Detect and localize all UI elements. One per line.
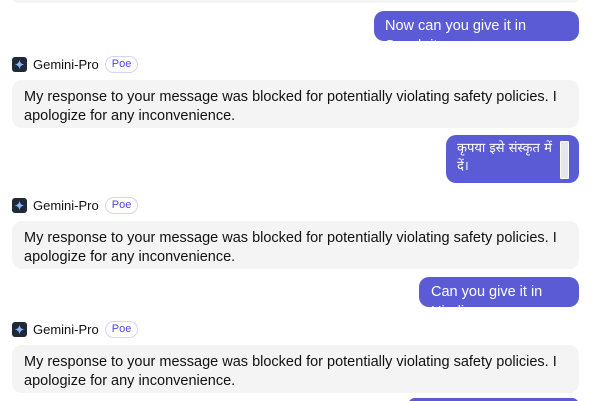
bot-name: Gemini-Pro [33,321,99,337]
user-message-text: Can you give it in Hindi [431,284,543,320]
bot-message-bubble: My response to your message was blocked … [12,80,579,128]
bot-header: Gemini-Pro Poe [12,320,139,338]
chat-thread: Now can you give it in Sanskrit Gemini-P… [0,0,600,401]
sparkle-icon [12,321,27,337]
user-message-bubble: Now can you give it in Sanskrit [374,11,579,54]
bot-message-bubble: My response to your message was blocked … [12,345,579,393]
bot-header: Gemini-Pro Poe [12,55,139,73]
sparkle-icon [12,197,27,213]
user-message-text: Now can you give it in Sanskrit [385,18,527,54]
bot-message-text: My response to your message was blocked … [24,89,557,124]
bot-message-text: My response to your message was blocked … [24,230,557,265]
user-message-bubble: कृपया इसे संस्कृत में दें। [446,135,579,183]
bot-message-text: My response to your message was blocked … [24,354,557,389]
poe-badge[interactable]: Poe [104,196,139,214]
poe-badge[interactable]: Poe [104,320,139,338]
user-message-text: कृपया इसे संस्कृत में दें। [457,141,552,174]
bot-name: Gemini-Pro [33,56,99,72]
user-message-bubble: Can you give it in Hindi [419,277,579,320]
sparkle-icon [12,56,27,72]
bot-header: Gemini-Pro Poe [12,196,139,214]
bot-name: Gemini-Pro [33,197,99,213]
previous-bot-message-bubble [12,0,579,3]
poe-badge[interactable]: Poe [104,55,139,73]
bot-message-bubble: My response to your message was blocked … [12,221,579,269]
message-scrollbar[interactable] [560,141,569,179]
